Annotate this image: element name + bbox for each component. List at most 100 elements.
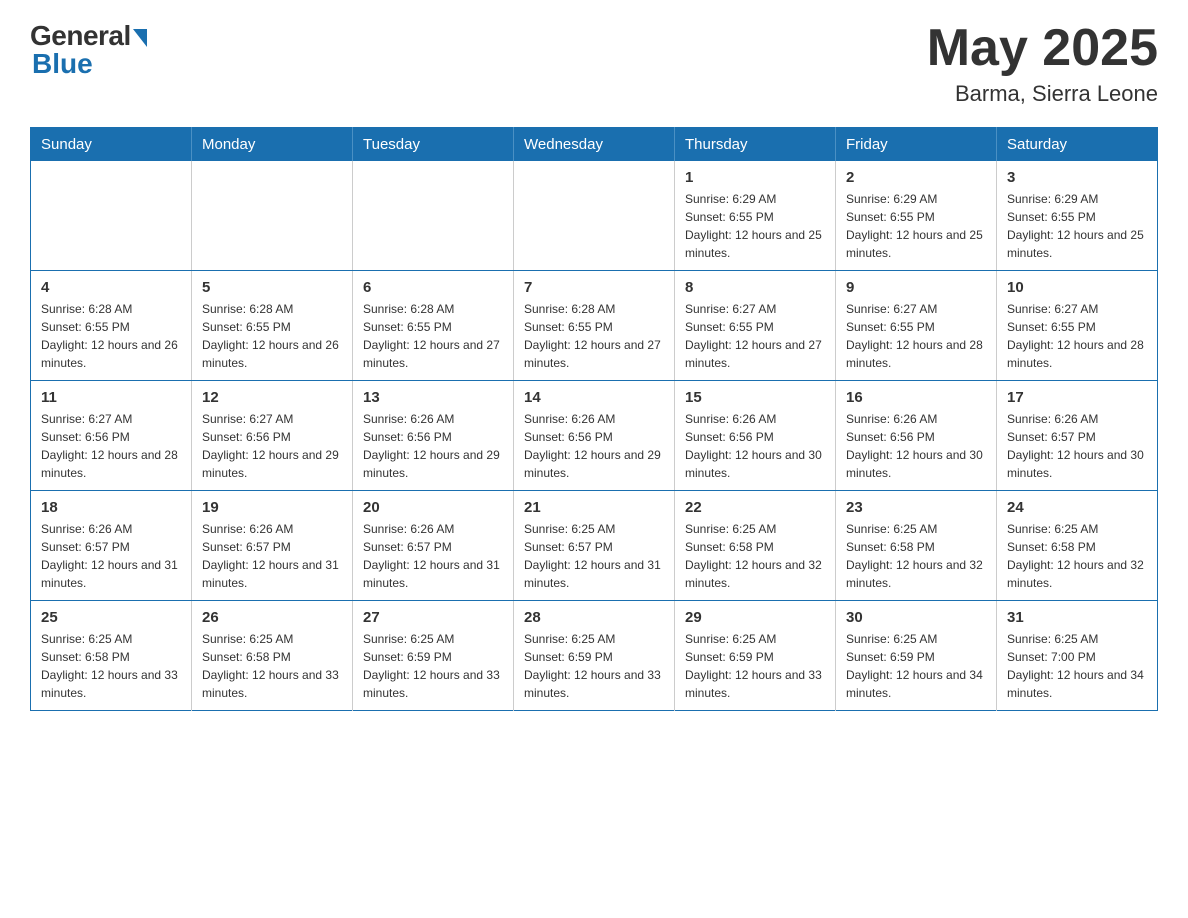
- calendar-cell: 23 Sunrise: 6:25 AMSunset: 6:58 PMDayligh…: [836, 491, 997, 601]
- day-number: 26: [202, 609, 342, 626]
- calendar-week-row: 4 Sunrise: 6:28 AMSunset: 6:55 PMDaylight…: [31, 271, 1158, 381]
- day-number: 4: [41, 279, 181, 296]
- calendar-day-header: Tuesday: [353, 128, 514, 162]
- day-info: Sunrise: 6:27 AMSunset: 6:55 PMDaylight:…: [846, 300, 986, 372]
- day-number: 19: [202, 499, 342, 516]
- day-number: 9: [846, 279, 986, 296]
- day-info: Sunrise: 6:25 AMSunset: 6:58 PMDaylight:…: [1007, 520, 1147, 592]
- calendar-day-header: Sunday: [31, 128, 192, 162]
- calendar-cell: 16 Sunrise: 6:26 AMSunset: 6:56 PMDayligh…: [836, 381, 997, 491]
- calendar-cell: 31 Sunrise: 6:25 AMSunset: 7:00 PMDayligh…: [997, 601, 1158, 711]
- calendar-cell: 28 Sunrise: 6:25 AMSunset: 6:59 PMDayligh…: [514, 601, 675, 711]
- calendar-cell: 15 Sunrise: 6:26 AMSunset: 6:56 PMDayligh…: [675, 381, 836, 491]
- title-block: May 2025 Barma, Sierra Leone: [927, 20, 1158, 107]
- day-number: 8: [685, 279, 825, 296]
- calendar-day-header: Monday: [192, 128, 353, 162]
- calendar-cell: 19Sunrise: 6:26 AMSunset: 6:57 PMDayligh…: [192, 491, 353, 601]
- calendar-cell: 8 Sunrise: 6:27 AMSunset: 6:55 PMDaylight…: [675, 271, 836, 381]
- calendar-body: 1Sunrise: 6:29 AMSunset: 6:55 PMDaylight…: [31, 161, 1158, 711]
- calendar-week-row: 11Sunrise: 6:27 AMSunset: 6:56 PMDayligh…: [31, 381, 1158, 491]
- day-info: Sunrise: 6:27 AMSunset: 6:56 PMDaylight:…: [202, 410, 342, 482]
- day-info: Sunrise: 6:27 AMSunset: 6:55 PMDaylight:…: [1007, 300, 1147, 372]
- calendar-header-row: SundayMondayTuesdayWednesdayThursdayFrid…: [31, 128, 1158, 162]
- day-number: 27: [363, 609, 503, 626]
- logo-arrow-icon: [133, 29, 147, 47]
- calendar-day-header: Saturday: [997, 128, 1158, 162]
- calendar-cell: 25 Sunrise: 6:25 AMSunset: 6:58 PMDayligh…: [31, 601, 192, 711]
- day-number: 21: [524, 499, 664, 516]
- calendar-cell: [353, 161, 514, 271]
- calendar-cell: 7 Sunrise: 6:28 AMSunset: 6:55 PMDaylight…: [514, 271, 675, 381]
- day-info: Sunrise: 6:29 AMSunset: 6:55 PMDaylight:…: [846, 190, 986, 262]
- day-number: 31: [1007, 609, 1147, 626]
- calendar-cell: [192, 161, 353, 271]
- day-info: Sunrise: 6:25 AMSunset: 6:58 PMDaylight:…: [41, 630, 181, 702]
- day-info: Sunrise: 6:26 AMSunset: 6:56 PMDaylight:…: [363, 410, 503, 482]
- calendar-cell: 10Sunrise: 6:27 AMSunset: 6:55 PMDayligh…: [997, 271, 1158, 381]
- calendar-cell: [31, 161, 192, 271]
- month-year-title: May 2025: [927, 20, 1158, 77]
- calendar-cell: 22Sunrise: 6:25 AMSunset: 6:58 PMDayligh…: [675, 491, 836, 601]
- day-info: Sunrise: 6:25 AMSunset: 7:00 PMDaylight:…: [1007, 630, 1147, 702]
- day-info: Sunrise: 6:27 AMSunset: 6:56 PMDaylight:…: [41, 410, 181, 482]
- day-info: Sunrise: 6:28 AMSunset: 6:55 PMDaylight:…: [363, 300, 503, 372]
- calendar-cell: 20Sunrise: 6:26 AMSunset: 6:57 PMDayligh…: [353, 491, 514, 601]
- location-text: Barma, Sierra Leone: [927, 81, 1158, 107]
- day-info: Sunrise: 6:28 AMSunset: 6:55 PMDaylight:…: [202, 300, 342, 372]
- calendar-cell: 30Sunrise: 6:25 AMSunset: 6:59 PMDayligh…: [836, 601, 997, 711]
- calendar-cell: 24 Sunrise: 6:25 AMSunset: 6:58 PMDayligh…: [997, 491, 1158, 601]
- day-info: Sunrise: 6:25 AMSunset: 6:59 PMDaylight:…: [363, 630, 503, 702]
- day-number: 16: [846, 389, 986, 406]
- calendar-cell: 13 Sunrise: 6:26 AMSunset: 6:56 PMDayligh…: [353, 381, 514, 491]
- day-number: 20: [363, 499, 503, 516]
- calendar-cell: 27 Sunrise: 6:25 AMSunset: 6:59 PMDayligh…: [353, 601, 514, 711]
- calendar-cell: 5 Sunrise: 6:28 AMSunset: 6:55 PMDaylight…: [192, 271, 353, 381]
- calendar-week-row: 25 Sunrise: 6:25 AMSunset: 6:58 PMDayligh…: [31, 601, 1158, 711]
- day-number: 14: [524, 389, 664, 406]
- day-number: 15: [685, 389, 825, 406]
- calendar-week-row: 1Sunrise: 6:29 AMSunset: 6:55 PMDaylight…: [31, 161, 1158, 271]
- day-number: 23: [846, 499, 986, 516]
- calendar-cell: 21 Sunrise: 6:25 AMSunset: 6:57 PMDayligh…: [514, 491, 675, 601]
- day-info: Sunrise: 6:28 AMSunset: 6:55 PMDaylight:…: [41, 300, 181, 372]
- calendar-cell: 1Sunrise: 6:29 AMSunset: 6:55 PMDaylight…: [675, 161, 836, 271]
- calendar-cell: 18Sunrise: 6:26 AMSunset: 6:57 PMDayligh…: [31, 491, 192, 601]
- day-number: 28: [524, 609, 664, 626]
- day-info: Sunrise: 6:25 AMSunset: 6:58 PMDaylight:…: [846, 520, 986, 592]
- day-info: Sunrise: 6:27 AMSunset: 6:55 PMDaylight:…: [685, 300, 825, 372]
- calendar-cell: 12 Sunrise: 6:27 AMSunset: 6:56 PMDayligh…: [192, 381, 353, 491]
- day-info: Sunrise: 6:28 AMSunset: 6:55 PMDaylight:…: [524, 300, 664, 372]
- day-info: Sunrise: 6:25 AMSunset: 6:59 PMDaylight:…: [524, 630, 664, 702]
- logo: General Blue: [30, 20, 147, 80]
- day-number: 17: [1007, 389, 1147, 406]
- day-number: 13: [363, 389, 503, 406]
- calendar-cell: 9 Sunrise: 6:27 AMSunset: 6:55 PMDaylight…: [836, 271, 997, 381]
- page-header: General Blue May 2025 Barma, Sierra Leon…: [30, 20, 1158, 107]
- day-info: Sunrise: 6:25 AMSunset: 6:58 PMDaylight:…: [685, 520, 825, 592]
- day-info: Sunrise: 6:26 AMSunset: 6:57 PMDaylight:…: [1007, 410, 1147, 482]
- calendar-cell: [514, 161, 675, 271]
- calendar-day-header: Thursday: [675, 128, 836, 162]
- day-info: Sunrise: 6:26 AMSunset: 6:56 PMDaylight:…: [846, 410, 986, 482]
- day-info: Sunrise: 6:25 AMSunset: 6:59 PMDaylight:…: [846, 630, 986, 702]
- calendar-cell: 11Sunrise: 6:27 AMSunset: 6:56 PMDayligh…: [31, 381, 192, 491]
- day-info: Sunrise: 6:29 AMSunset: 6:55 PMDaylight:…: [685, 190, 825, 262]
- logo-blue-text: Blue: [32, 48, 93, 80]
- day-info: Sunrise: 6:25 AMSunset: 6:59 PMDaylight:…: [685, 630, 825, 702]
- day-info: Sunrise: 6:25 AMSunset: 6:57 PMDaylight:…: [524, 520, 664, 592]
- day-number: 24: [1007, 499, 1147, 516]
- calendar-cell: 17 Sunrise: 6:26 AMSunset: 6:57 PMDayligh…: [997, 381, 1158, 491]
- day-info: Sunrise: 6:26 AMSunset: 6:57 PMDaylight:…: [41, 520, 181, 592]
- day-number: 7: [524, 279, 664, 296]
- calendar-cell: 14Sunrise: 6:26 AMSunset: 6:56 PMDayligh…: [514, 381, 675, 491]
- day-number: 29: [685, 609, 825, 626]
- day-number: 25: [41, 609, 181, 626]
- day-number: 5: [202, 279, 342, 296]
- calendar-week-row: 18Sunrise: 6:26 AMSunset: 6:57 PMDayligh…: [31, 491, 1158, 601]
- calendar-table: SundayMondayTuesdayWednesdayThursdayFrid…: [30, 127, 1158, 711]
- calendar-day-header: Wednesday: [514, 128, 675, 162]
- day-number: 12: [202, 389, 342, 406]
- day-number: 3: [1007, 169, 1147, 186]
- calendar-cell: 6Sunrise: 6:28 AMSunset: 6:55 PMDaylight…: [353, 271, 514, 381]
- day-info: Sunrise: 6:26 AMSunset: 6:56 PMDaylight:…: [685, 410, 825, 482]
